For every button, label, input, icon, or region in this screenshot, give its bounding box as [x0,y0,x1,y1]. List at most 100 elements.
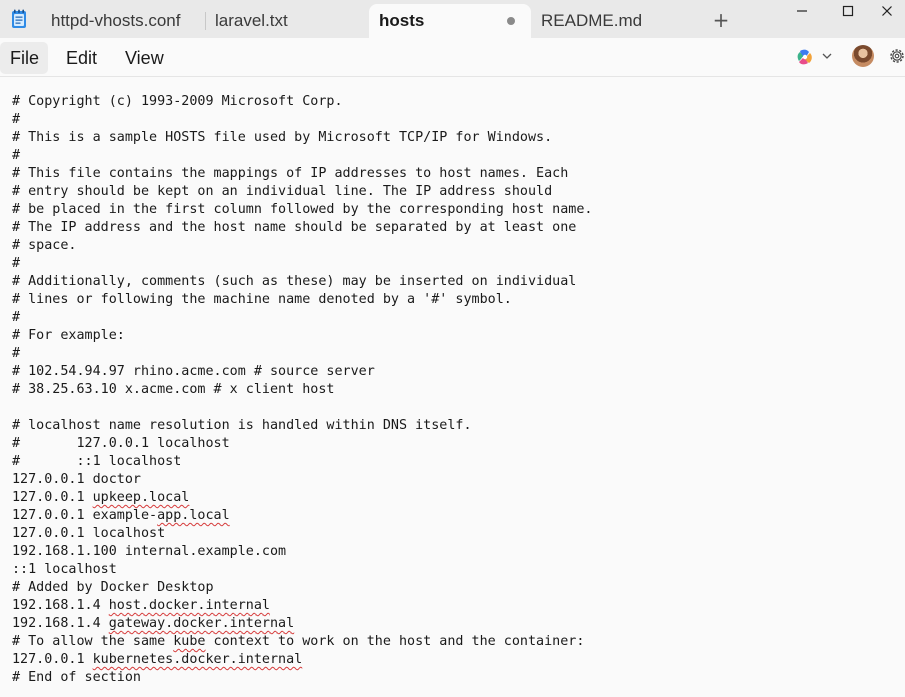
line-text: 192.168.1.4 [12,616,109,631]
text-line[interactable]: 127.0.0.1 kubernetes.docker.internal [12,651,592,669]
text-line[interactable]: 192.168.1.4 host.docker.internal [12,597,592,615]
menu-file[interactable]: File [0,42,48,74]
text-line[interactable]: # [12,147,592,165]
text-line[interactable]: # Added by Docker Desktop [12,579,592,597]
text-line[interactable]: # [12,255,592,273]
menu-view[interactable]: View [115,42,174,74]
text-line[interactable]: # be placed in the first column followed… [12,201,592,219]
close-icon [882,6,892,16]
line-text: # Additionally, comments (such as these)… [12,274,577,289]
text-line[interactable]: 127.0.0.1 localhost [12,525,592,543]
tab-readme[interactable]: README.md [531,4,701,38]
tab-bar: httpd-vhosts.conf laravel.txt hosts READ… [0,0,905,38]
line-text: # ::1 localhost [12,454,182,469]
line-text: # [12,256,21,271]
text-line[interactable]: 192.168.1.4 gateway.docker.internal [12,615,592,633]
text-line[interactable]: # To allow the same kube context to work… [12,633,592,651]
line-text: ::1 localhost [12,562,117,577]
line-text: # The IP address and the host name shoul… [12,220,577,235]
tab-label: README.md [541,11,643,30]
misspelled-word: gateway.docker.internal [108,616,295,631]
text-line[interactable]: # localhost name resolution is handled w… [12,417,592,435]
menu-edit[interactable]: Edit [56,42,107,74]
line-text: # 127.0.0.1 localhost [12,436,230,451]
misspelled-word: upkeep.local [92,490,190,505]
text-line[interactable]: ​ [12,399,592,417]
tab-laravel[interactable]: laravel.txt [205,4,368,38]
line-text: # [12,346,21,361]
line-text: 127.0.0.1 localhost [12,526,166,541]
line-text: # [12,112,21,127]
notepad-icon[interactable] [11,9,27,29]
text-line[interactable]: # 102.54.94.97 rhino.acme.com # source s… [12,363,592,381]
text-line[interactable]: # ::1 localhost [12,453,592,471]
tab-label: laravel.txt [215,11,288,30]
text-line[interactable]: # space. [12,237,592,255]
text-line[interactable]: # This is a sample HOSTS file used by Mi… [12,129,592,147]
text-line[interactable]: ::1 localhost [12,561,592,579]
line-text: # End of section [12,670,141,685]
line-text: # Added by Docker Desktop [12,580,214,595]
copilot-icon[interactable] [795,47,815,67]
line-text: # 38.25.63.10 x.acme.com # x client host [12,382,335,397]
line-text: # This is a sample HOSTS file used by Mi… [12,130,553,145]
tab-label: hosts [379,11,425,30]
chevron-down-icon[interactable] [821,50,833,62]
text-line[interactable]: # End of section [12,669,592,687]
text-line[interactable]: 127.0.0.1 doctor [12,471,592,489]
misspelled-word: kube [173,634,206,649]
text-line[interactable]: # 38.25.63.10 x.acme.com # x client host [12,381,592,399]
line-text: context to work on the host and the cont… [205,634,585,649]
close-button[interactable] [869,0,905,22]
text-line[interactable]: # Copyright (c) 1993-2009 Microsoft Corp… [12,93,592,111]
line-text: # entry should be kept on an individual … [12,184,553,199]
misspelled-word: app.local [157,508,230,523]
line-text: 127.0.0.1 [12,652,93,667]
line-text: # For example: [12,328,125,343]
minimize-button[interactable] [779,0,825,22]
unsaved-dot-icon[interactable] [507,17,515,25]
line-text: # [12,310,21,325]
menu-bar: File Edit View [0,38,905,77]
text-line[interactable]: 192.168.1.100 internal.example.com [12,543,592,561]
text-line[interactable]: # [12,345,592,363]
text-line[interactable]: # The IP address and the host name shoul… [12,219,592,237]
line-text: 127.0.0.1 example- [12,508,158,523]
tab-httpd-vhosts[interactable]: httpd-vhosts.conf [41,4,204,38]
line-text: # be placed in the first column followed… [12,202,593,217]
line-text: # To allow the same [12,634,174,649]
minimize-icon [797,10,807,12]
document-text[interactable]: # Copyright (c) 1993-2009 Microsoft Corp… [12,93,592,687]
line-text: # localhost name resolution is handled w… [12,418,472,433]
line-text: 127.0.0.1 [12,490,93,505]
line-text: 127.0.0.1 doctor [12,472,141,487]
text-line[interactable]: 127.0.0.1 example-app.local [12,507,592,525]
new-tab-button[interactable]: + [709,8,733,32]
misspelled-word: host.docker.internal [108,598,270,613]
text-line[interactable]: 127.0.0.1 upkeep.local [12,489,592,507]
line-text: # space. [12,238,77,253]
maximize-button[interactable] [825,0,871,22]
text-editor[interactable]: # Copyright (c) 1993-2009 Microsoft Corp… [0,77,905,697]
text-line[interactable]: # [12,309,592,327]
line-text: 192.168.1.4 [12,598,109,613]
text-line[interactable]: # 127.0.0.1 localhost [12,435,592,453]
text-line[interactable]: # For example: [12,327,592,345]
tab-hosts[interactable]: hosts [369,4,531,38]
gear-icon[interactable] [887,46,905,66]
text-line[interactable]: # entry should be kept on an individual … [12,183,592,201]
line-text: # This file contains the mappings of IP … [12,166,569,181]
misspelled-word: kubernetes.docker.internal [92,652,303,667]
line-text: 192.168.1.100 internal.example.com [12,544,287,559]
line-text: # 102.54.94.97 rhino.acme.com # source s… [12,364,375,379]
line-text: # lines or following the machine name de… [12,292,512,307]
text-line[interactable]: # lines or following the machine name de… [12,291,592,309]
line-text: # Copyright (c) 1993-2009 Microsoft Corp… [12,94,343,109]
maximize-icon [842,5,854,17]
text-line[interactable]: # This file contains the mappings of IP … [12,165,592,183]
line-text: # [12,148,21,163]
tab-label: httpd-vhosts.conf [51,11,181,30]
avatar[interactable] [852,45,874,67]
text-line[interactable]: # Additionally, comments (such as these)… [12,273,592,291]
text-line[interactable]: # [12,111,592,129]
